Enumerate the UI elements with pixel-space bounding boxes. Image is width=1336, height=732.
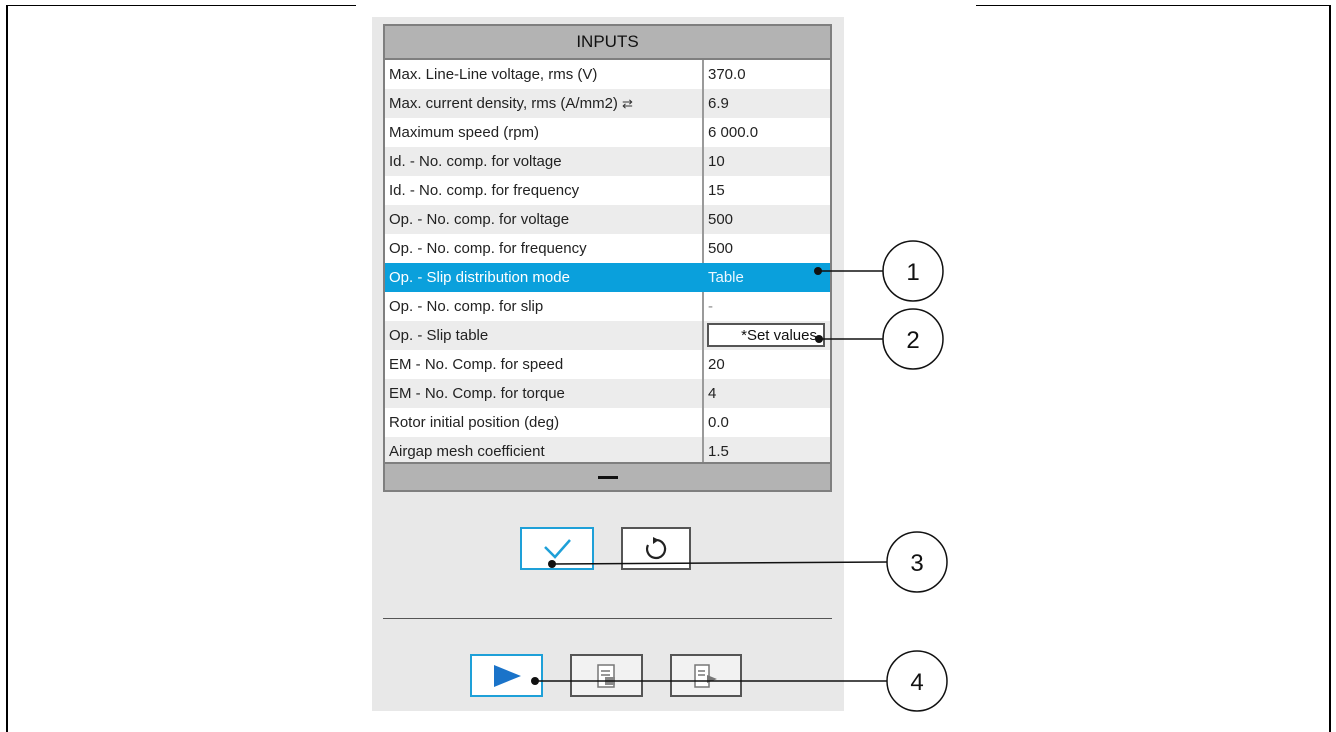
callout-number: 3 bbox=[910, 550, 923, 577]
callout-1: 1 bbox=[814, 240, 944, 302]
callout-number: 2 bbox=[906, 327, 919, 354]
callout-4: 4 bbox=[531, 650, 948, 712]
callout-layer: 1 2 3 4 bbox=[531, 240, 948, 712]
callout-number: 1 bbox=[906, 259, 919, 286]
callout-2: 2 bbox=[815, 308, 944, 370]
callout-3: 3 bbox=[548, 531, 948, 593]
callout-number: 4 bbox=[910, 669, 923, 696]
